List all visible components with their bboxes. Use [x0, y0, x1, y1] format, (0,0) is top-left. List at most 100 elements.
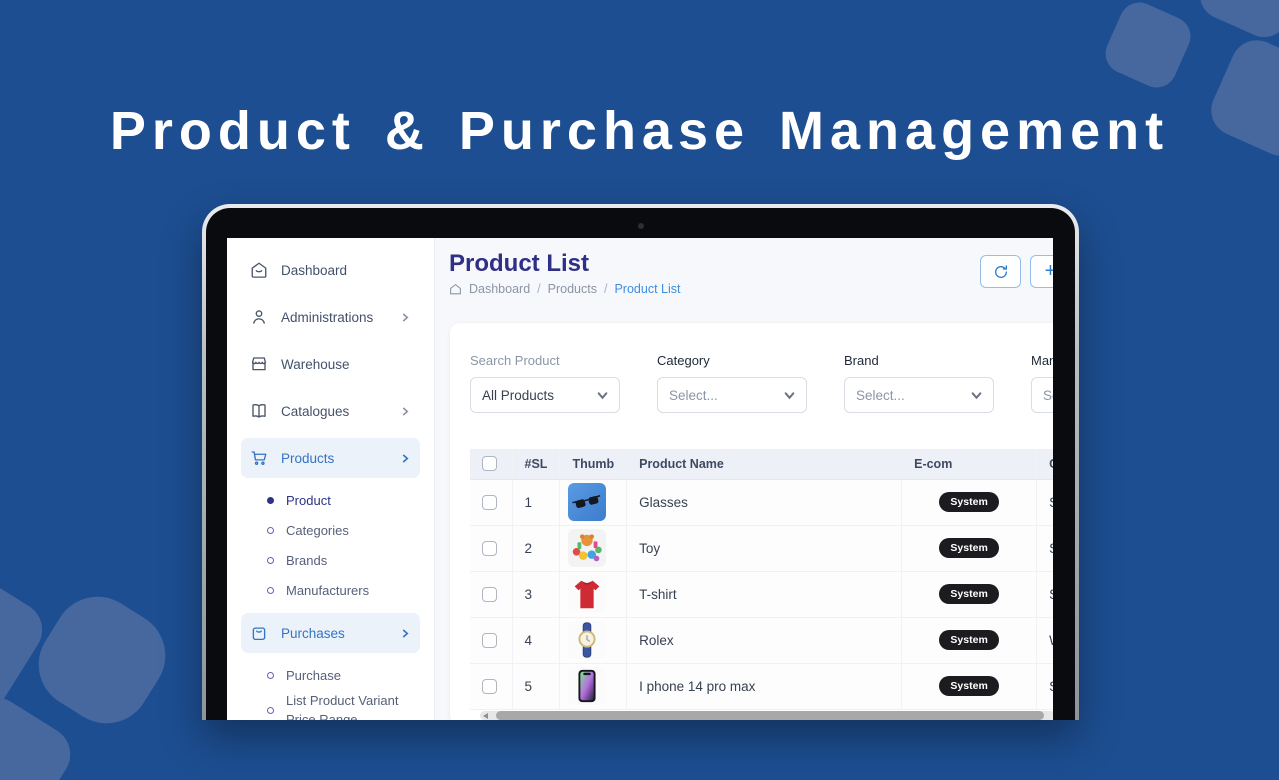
col-sl: #SL: [512, 449, 560, 479]
sidebar-item-catalogues[interactable]: Catalogues: [241, 391, 420, 431]
cell-sl: 1: [512, 479, 560, 525]
chevron-right-icon: [401, 629, 410, 638]
sidebar-item-label: Dashboard: [281, 263, 420, 278]
table-row: 2: [470, 525, 1053, 571]
search-product-select[interactable]: All Products: [470, 377, 620, 413]
sidebar-subitem-label: Purchase: [286, 668, 341, 683]
bullet-icon: [267, 587, 274, 594]
sidebar-subitem-manufacturers[interactable]: Manufacturers: [267, 575, 434, 605]
bullet-icon: [267, 497, 274, 504]
cell-sl: 2: [512, 525, 560, 571]
refresh-icon: [993, 264, 1009, 280]
table-row: 1: [470, 479, 1053, 525]
brand-select[interactable]: Select...: [844, 377, 994, 413]
app-screen: Dashboard Administrations Warehouse Cata…: [227, 238, 1053, 720]
watch-thumb: [568, 621, 606, 659]
sidebar-item-purchases[interactable]: Purchases: [241, 613, 420, 653]
select-all-checkbox[interactable]: [482, 456, 497, 471]
sidebar-item-label: Catalogues: [281, 404, 388, 419]
filter-category: Category Select...: [657, 353, 807, 413]
col-ecom: E-com: [902, 449, 1037, 479]
sidebar-subitem-list-product-variant-price-range[interactable]: List Product Variant Price Range: [267, 690, 434, 720]
chevron-right-icon: [401, 313, 410, 322]
add-product-button[interactable]: +: [1030, 255, 1053, 288]
cell-category: Sm: [1037, 479, 1053, 525]
cell-category: Wa: [1037, 617, 1053, 663]
row-checkbox[interactable]: [482, 679, 497, 694]
sidebar-item-dashboard[interactable]: Dashboard: [241, 250, 420, 290]
scrollbar-thumb[interactable]: [496, 711, 1044, 720]
ecom-badge: System: [939, 584, 998, 604]
row-checkbox[interactable]: [482, 495, 497, 510]
sidebar-subitem-categories[interactable]: Categories: [267, 515, 434, 545]
sidebar-item-label: Purchases: [281, 626, 388, 641]
cell-sl: 4: [512, 617, 560, 663]
breadcrumb-dashboard[interactable]: Dashboard: [469, 282, 530, 296]
toy-thumb: [568, 529, 606, 567]
glasses-thumb: [568, 483, 606, 521]
sidebar: Dashboard Administrations Warehouse Cata…: [227, 238, 435, 720]
cell-category: Sm: [1037, 663, 1053, 709]
home-icon: [250, 261, 268, 279]
scroll-left-arrow-icon: [483, 713, 488, 719]
refresh-button[interactable]: [980, 255, 1021, 288]
product-list-card: Search Product All Products Category Sel…: [450, 323, 1053, 720]
col-category: Category: [1037, 449, 1053, 479]
bullet-icon: [267, 557, 274, 564]
horizontal-scrollbar[interactable]: [480, 711, 1053, 720]
filter-brand: Brand Select...: [844, 353, 994, 413]
book-icon: [250, 402, 268, 420]
sidebar-item-label: Warehouse: [281, 357, 420, 372]
table-row: 5 I pho: [470, 663, 1053, 709]
row-checkbox[interactable]: [482, 633, 497, 648]
cell-product-name: Glasses: [627, 479, 902, 525]
chevron-down-icon: [971, 390, 982, 401]
cell-product-name: Rolex: [627, 617, 902, 663]
filter-label: Manufacturer: [1031, 353, 1053, 368]
select-value: Select...: [669, 388, 718, 403]
sidebar-subitem-label: Product: [286, 493, 331, 508]
laptop-mockup: Dashboard Administrations Warehouse Cata…: [202, 204, 1079, 720]
cell-category: Sm: [1037, 525, 1053, 571]
col-product-name: Product Name: [627, 449, 902, 479]
row-checkbox[interactable]: [482, 541, 497, 556]
cell-product-name: I phone 14 pro max: [627, 663, 902, 709]
sidebar-item-products[interactable]: Products: [241, 438, 420, 478]
select-value: All Products: [482, 388, 554, 403]
laptop-bezel: Dashboard Administrations Warehouse Cata…: [206, 208, 1075, 720]
select-value: Select...: [856, 388, 905, 403]
ecom-badge: System: [939, 492, 998, 512]
filter-bar: Search Product All Products Category Sel…: [470, 353, 1053, 413]
sidebar-subitem-product[interactable]: Product: [267, 485, 434, 515]
sidebar-item-administrations[interactable]: Administrations: [241, 297, 420, 337]
chevron-down-icon: [597, 390, 608, 401]
iphone-thumb: [568, 667, 606, 705]
sidebar-subitem-purchase[interactable]: Purchase: [267, 660, 434, 690]
sidebar-subitem-brands[interactable]: Brands: [267, 545, 434, 575]
home-icon: [449, 283, 462, 296]
cart-icon: [250, 449, 268, 467]
breadcrumb-products[interactable]: Products: [548, 282, 597, 296]
ecom-badge: System: [939, 630, 998, 650]
chevron-right-icon: [401, 454, 410, 463]
row-checkbox[interactable]: [482, 587, 497, 602]
webcam-dot: [638, 223, 644, 229]
category-select[interactable]: Select...: [657, 377, 807, 413]
sidebar-item-warehouse[interactable]: Warehouse: [241, 344, 420, 384]
select-value: Select...: [1043, 388, 1053, 403]
cell-product-name: T-shirt: [627, 571, 902, 617]
filter-manufacturer: Manufacturer Select...: [1031, 353, 1053, 413]
manufacturer-select[interactable]: Select...: [1031, 377, 1053, 413]
filter-label: Brand: [844, 353, 994, 368]
ecom-badge: System: [939, 538, 998, 558]
chevron-right-icon: [401, 407, 410, 416]
sidebar-subitem-label: Brands: [286, 553, 327, 568]
table-header-row: #SL Thumb Product Name E-com Category: [470, 449, 1053, 479]
user-icon: [250, 308, 268, 326]
breadcrumb: Dashboard / Products / Product List: [449, 282, 680, 296]
cell-category: Sh: [1037, 571, 1053, 617]
breadcrumb-separator: /: [537, 282, 540, 296]
chevron-down-icon: [784, 390, 795, 401]
breadcrumb-product-list[interactable]: Product List: [614, 282, 680, 296]
shopping-bag-icon: [250, 624, 268, 642]
